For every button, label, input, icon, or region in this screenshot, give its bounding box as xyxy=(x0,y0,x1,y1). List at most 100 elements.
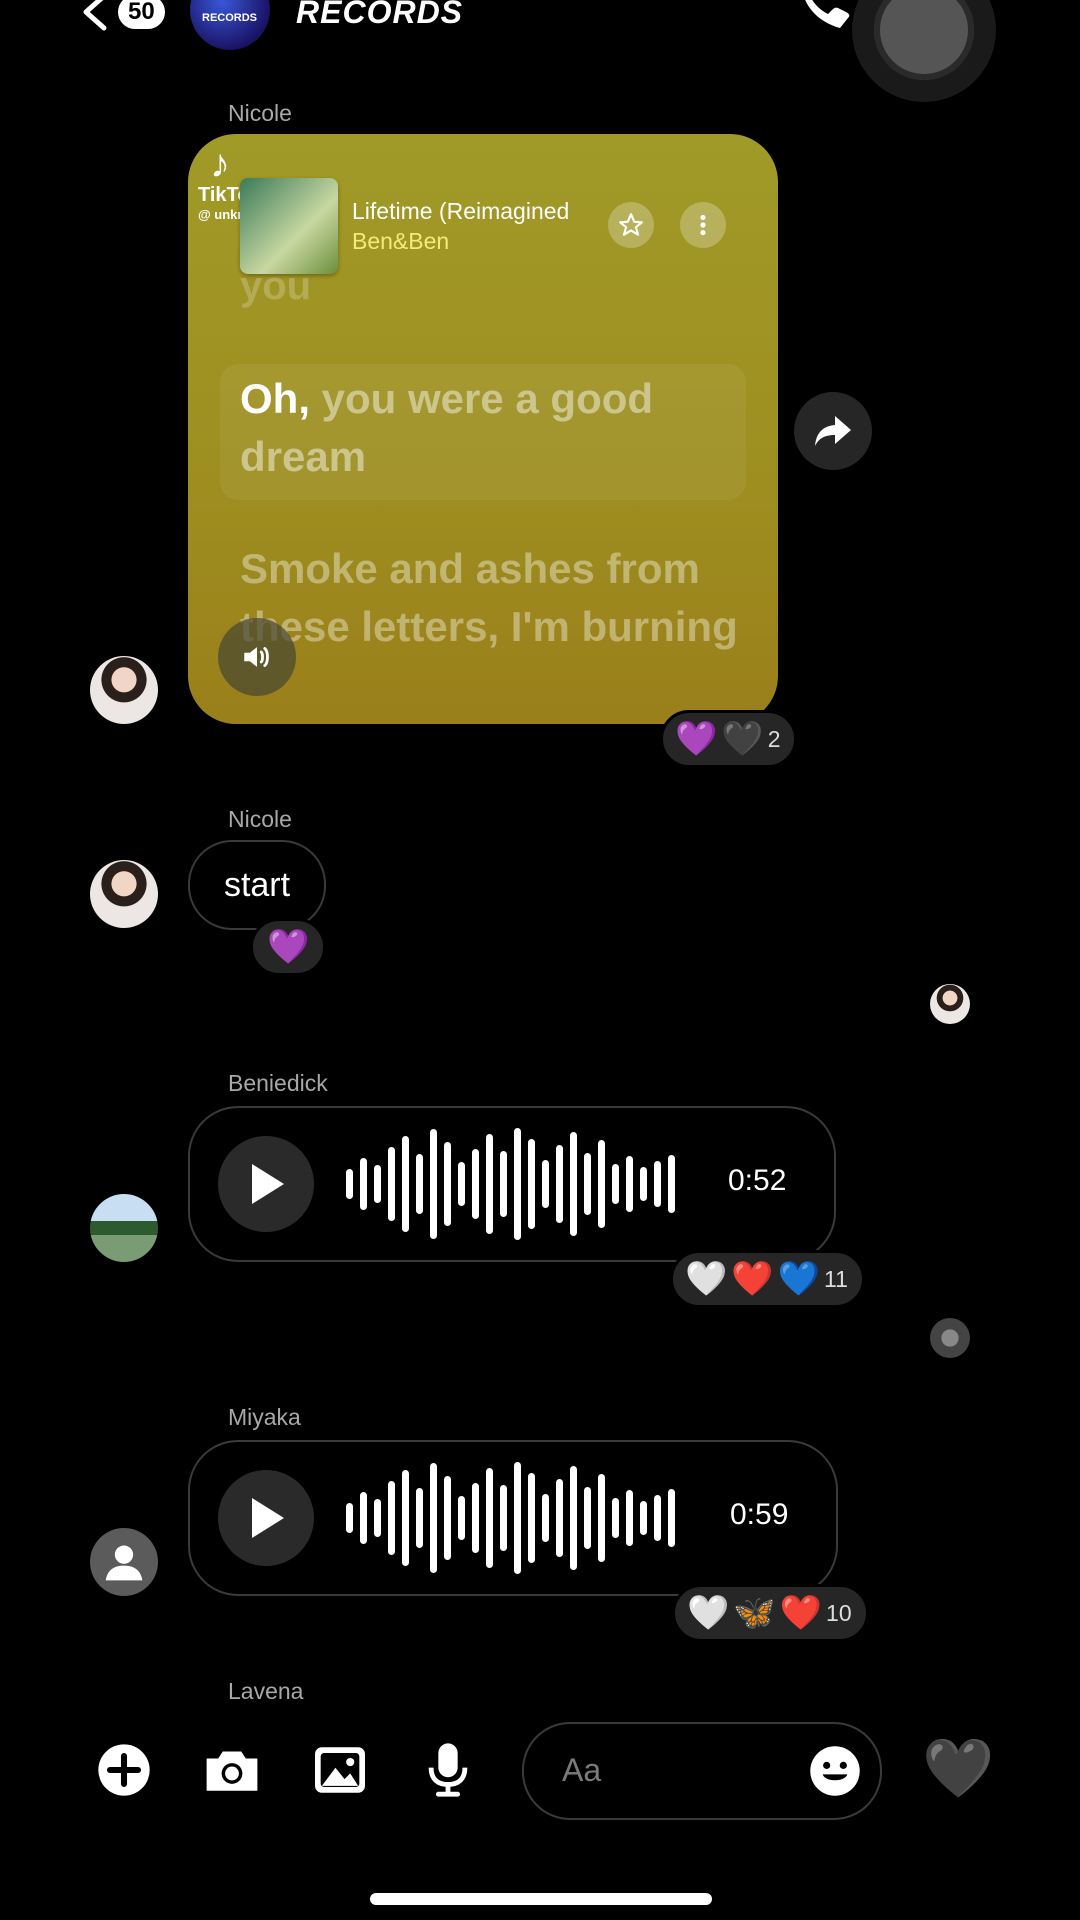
waveform-bar xyxy=(402,1136,409,1232)
waveform-bar xyxy=(612,1164,619,1204)
waveform-bar xyxy=(528,1473,535,1563)
unread-badge: 50 xyxy=(118,0,165,29)
play-icon xyxy=(252,1498,284,1538)
reaction-emoji: 🤍 xyxy=(685,1260,728,1298)
song-title: Lifetime (Reimagined xyxy=(352,198,570,224)
reaction-summary[interactable]: 💜 xyxy=(250,918,327,976)
back-button[interactable]: 50 xyxy=(78,0,168,32)
waveform-bar xyxy=(626,1490,633,1546)
message-input[interactable]: Aa xyxy=(522,1722,882,1820)
play-button[interactable] xyxy=(218,1470,314,1566)
waveform-bar xyxy=(430,1129,437,1239)
group-avatar-label: RECORDS xyxy=(202,12,258,24)
message-bubble[interactable]: start xyxy=(188,840,326,930)
sender-name: Lavena xyxy=(228,1678,304,1704)
chevron-left-icon xyxy=(83,0,107,31)
video-call-button[interactable] xyxy=(852,0,996,102)
avatar-nicole[interactable] xyxy=(90,656,158,724)
add-button[interactable] xyxy=(94,1740,154,1800)
waveform-bar xyxy=(388,1147,395,1221)
reaction-emoji: 💜 xyxy=(675,720,718,758)
waveform-bar xyxy=(458,1496,465,1540)
favorite-button[interactable] xyxy=(608,202,654,248)
more-options-button[interactable] xyxy=(680,202,726,248)
home-indicator xyxy=(370,1893,712,1905)
waveform-bar xyxy=(598,1140,605,1228)
waveform-bar xyxy=(556,1479,563,1557)
reaction-emoji: 🤍 xyxy=(687,1594,730,1632)
waveform-bar xyxy=(500,1485,507,1551)
waveform-bar xyxy=(612,1498,619,1538)
reaction-summary[interactable]: 🤍 🦋 ❤️ 10 xyxy=(672,1584,869,1642)
reaction-emoji: 💜 xyxy=(267,928,310,966)
waveform-bar xyxy=(584,1487,591,1549)
waveform-bar xyxy=(388,1481,395,1555)
share-arrow-icon xyxy=(815,416,851,446)
waveform-bar xyxy=(360,1492,367,1544)
play-button[interactable] xyxy=(218,1136,314,1232)
phone-call-icon[interactable] xyxy=(794,0,854,38)
waveform-bar xyxy=(444,1476,451,1560)
voice-message[interactable]: 0:52 xyxy=(188,1106,836,1262)
waveform-bar xyxy=(514,1128,521,1240)
lyric-current-line: Oh, you were a good dream xyxy=(240,370,740,486)
reaction-summary[interactable]: 🤍 ❤️ 💙 11 xyxy=(670,1250,865,1308)
group-avatar[interactable]: RECORDS xyxy=(190,0,270,50)
voice-duration: 0:52 xyxy=(728,1164,787,1197)
album-art xyxy=(240,178,338,274)
waveform-bar xyxy=(668,1155,675,1213)
reaction-count: 10 xyxy=(826,1599,852,1626)
waveform-bar xyxy=(654,1495,661,1541)
song-artist: Ben&Ben xyxy=(352,228,450,254)
speaker-icon xyxy=(244,647,269,667)
waveform-bar xyxy=(542,1160,549,1208)
microphone-icon xyxy=(428,1743,468,1797)
waveform-bar xyxy=(472,1483,479,1553)
audio-waveform[interactable] xyxy=(346,1462,686,1574)
sender-name: Nicole xyxy=(228,806,292,832)
voice-message[interactable]: 0:59 xyxy=(188,1440,838,1596)
forward-button[interactable] xyxy=(794,392,872,470)
audio-waveform[interactable] xyxy=(346,1128,686,1240)
avatar-beniedick[interactable] xyxy=(90,1194,158,1262)
waveform-bar xyxy=(556,1145,563,1223)
star-icon xyxy=(619,213,643,236)
sender-name: Miyaka xyxy=(228,1404,301,1430)
sound-toggle-button[interactable] xyxy=(218,618,296,696)
waveform-bar xyxy=(640,1167,647,1201)
image-icon xyxy=(315,1747,365,1793)
emoji-button[interactable] xyxy=(808,1744,862,1798)
waveform-bar xyxy=(486,1134,493,1234)
waveform-bar xyxy=(360,1158,367,1210)
reaction-emoji: 🖤 xyxy=(721,720,764,758)
reaction-count: 11 xyxy=(824,1265,848,1292)
reaction-emoji: ❤️ xyxy=(779,1594,823,1632)
avatar-nicole[interactable] xyxy=(90,860,158,928)
camera-button[interactable] xyxy=(202,1740,262,1800)
waveform-bar xyxy=(570,1466,577,1570)
quick-reaction-button[interactable]: 🖤 xyxy=(922,1738,994,1800)
waveform-bar xyxy=(472,1149,479,1219)
more-vertical-icon xyxy=(700,214,706,236)
waveform-bar xyxy=(542,1494,549,1542)
voice-record-button[interactable] xyxy=(418,1740,478,1800)
gallery-button[interactable] xyxy=(310,1740,370,1800)
sender-name: Nicole xyxy=(228,100,292,126)
chat-title[interactable]: RECORDS xyxy=(296,0,463,31)
avatar-miyaka[interactable] xyxy=(90,1528,158,1596)
message-input-placeholder: Aa xyxy=(562,1752,602,1788)
waveform-bar xyxy=(654,1161,661,1207)
waveform-bar xyxy=(458,1162,465,1206)
waveform-bar xyxy=(374,1165,381,1203)
camera-icon xyxy=(206,1751,258,1791)
smiley-icon xyxy=(810,1746,860,1796)
reaction-emoji: 🦋 xyxy=(733,1594,776,1632)
tiktok-share-card[interactable]: ♪ TikTok @ unknxwn_xxxxx Lifetime (Reima… xyxy=(188,134,778,724)
waveform-bar xyxy=(640,1501,647,1535)
waveform-bar xyxy=(528,1139,535,1229)
waveform-bar xyxy=(668,1489,675,1547)
reaction-emoji: 💙 xyxy=(777,1260,821,1298)
lyric-current-word: Oh, xyxy=(240,375,310,422)
reaction-summary[interactable]: 💜 🖤 2 xyxy=(660,710,798,768)
waveform-bar xyxy=(416,1154,423,1214)
